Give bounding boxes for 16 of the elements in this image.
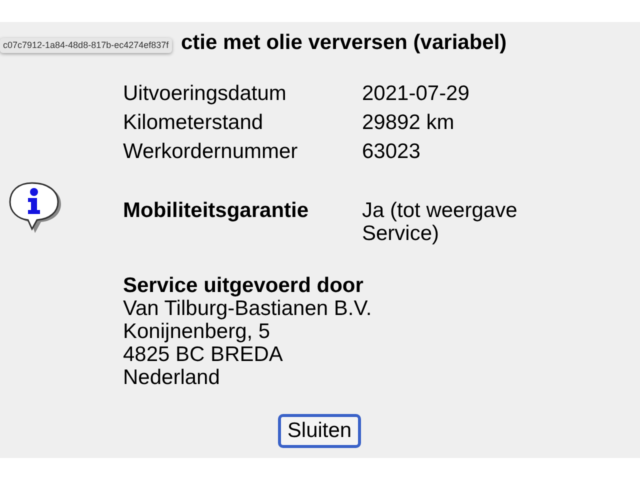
address-line: Konijnenberg, 5 bbox=[123, 320, 272, 343]
address-line: 4825 BC BREDA bbox=[123, 343, 284, 366]
field-value: 29892 km bbox=[362, 111, 456, 134]
close-button[interactable]: Sluiten bbox=[278, 414, 361, 448]
field-value: 63023 bbox=[362, 140, 422, 163]
address-line: Van Tilburg-Bastianen B.V. bbox=[123, 297, 372, 320]
field-label: Uitvoeringsdatum bbox=[123, 82, 288, 105]
tooltip: c07c7912-1a84-48d8-817b-ec4274ef837f bbox=[0, 38, 172, 53]
field-label: Werkordernummer bbox=[123, 140, 299, 163]
section-heading: Service uitgevoerd door bbox=[123, 274, 364, 297]
field-label: Mobiliteitsgarantie bbox=[123, 199, 310, 224]
dialog-title: ctie met olie verversen (variabel) bbox=[181, 30, 507, 56]
field-value: 2021-07-29 bbox=[362, 82, 470, 105]
field-label: Kilometerstand bbox=[123, 111, 264, 134]
field-value: Ja (tot weergave Service) bbox=[362, 199, 518, 245]
address-line: Nederland bbox=[123, 366, 221, 389]
